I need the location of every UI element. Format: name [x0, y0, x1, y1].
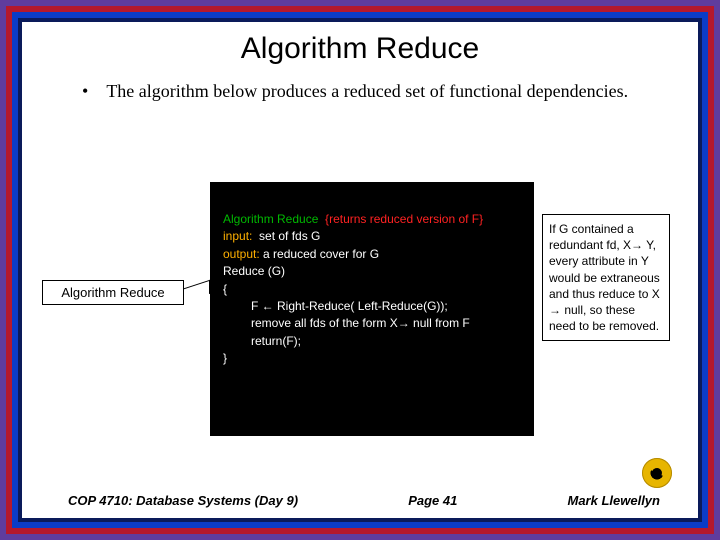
intro-text: The algorithm below produces a reduced s… [106, 81, 628, 101]
algo-header-line: Algorithm Reduce {returns reduced versio… [223, 211, 521, 228]
algorithm-label-box: Algorithm Reduce [42, 280, 184, 305]
frame-red: Algorithm Reduce • The algorithm below pr… [6, 6, 714, 534]
slide-body: Algorithm Reduce • The algorithm below pr… [22, 22, 698, 518]
frame-purple: Algorithm Reduce • The algorithm below pr… [0, 0, 720, 540]
algo-open-brace: { [223, 281, 521, 298]
intro-paragraph: • The algorithm below produces a reduced … [44, 66, 698, 103]
algo-output-val: a reduced cover for G [260, 247, 379, 261]
algorithm-code-block: Algorithm Reduce {returns reduced versio… [210, 182, 534, 436]
footer-author: Mark Llewellyn [568, 493, 660, 508]
ucf-logo-icon [642, 458, 672, 488]
slide-title: Algorithm Reduce [22, 22, 698, 66]
algo-head-note: {returns reduced version of F} [318, 212, 483, 226]
connector-line [184, 280, 210, 302]
frame-blue: Algorithm Reduce • The algorithm below pr… [12, 12, 708, 528]
footer-course: COP 4710: Database Systems (Day 9) [68, 493, 298, 508]
algo-input-key: input: [223, 229, 252, 243]
algo-body-line-2: remove all fds of the form X→ null from … [223, 315, 521, 332]
algo-input-val: set of fds G [252, 229, 320, 243]
algo-reduce-line: Reduce (G) [223, 263, 521, 280]
algo-name: Algorithm Reduce [223, 212, 318, 226]
algo-body-line-1: F ← Right-Reduce( Left-Reduce(G)); [223, 298, 521, 315]
diagram-area: Algorithm Reduce Algorithm Reduce {retur… [42, 182, 678, 462]
side-note-box: If G contained a redundant fd, X→ Y, eve… [542, 214, 670, 341]
footer-bar: COP 4710: Database Systems (Day 9) Page … [22, 493, 698, 508]
algo-output-key: output: [223, 247, 260, 261]
algo-output-line: output: a reduced cover for G [223, 246, 521, 263]
algo-close-brace: } [223, 350, 521, 367]
bullet-icon: • [82, 81, 88, 101]
algo-input-line: input: set of fds G [223, 228, 521, 245]
algo-body-line-3: return(F); [223, 333, 521, 350]
frame-navy: Algorithm Reduce • The algorithm below pr… [18, 18, 702, 522]
footer-page: Page 41 [408, 493, 457, 508]
